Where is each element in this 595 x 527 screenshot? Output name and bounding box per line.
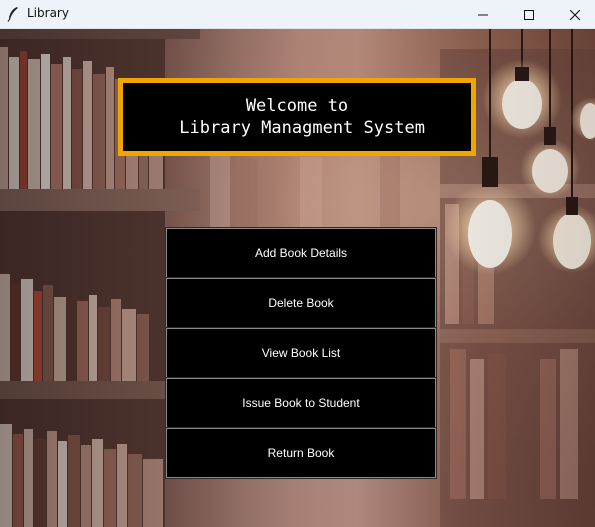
view-book-list-button[interactable]: View Book List xyxy=(165,327,437,379)
issue-book-button[interactable]: Issue Book to Student xyxy=(165,377,437,429)
feather-icon xyxy=(6,6,20,22)
return-book-button[interactable]: Return Book xyxy=(165,427,437,479)
title-bar: Library xyxy=(0,0,595,29)
maximize-icon xyxy=(524,9,534,20)
welcome-title-line1: Welcome to xyxy=(245,96,349,116)
delete-book-button[interactable]: Delete Book xyxy=(165,277,437,329)
minimize-button[interactable] xyxy=(460,0,506,29)
close-button[interactable] xyxy=(552,0,595,29)
main-canvas: Welcome to Library Managment System Add … xyxy=(0,29,595,527)
add-book-details-button[interactable]: Add Book Details xyxy=(165,227,437,279)
welcome-header: Welcome to Library Managment System xyxy=(118,78,476,156)
window-title: Library xyxy=(27,6,69,20)
welcome-title-line2: Library Managment System xyxy=(169,118,425,138)
maximize-button[interactable] xyxy=(506,0,552,29)
minimize-icon xyxy=(478,10,488,20)
close-icon xyxy=(570,9,580,20)
